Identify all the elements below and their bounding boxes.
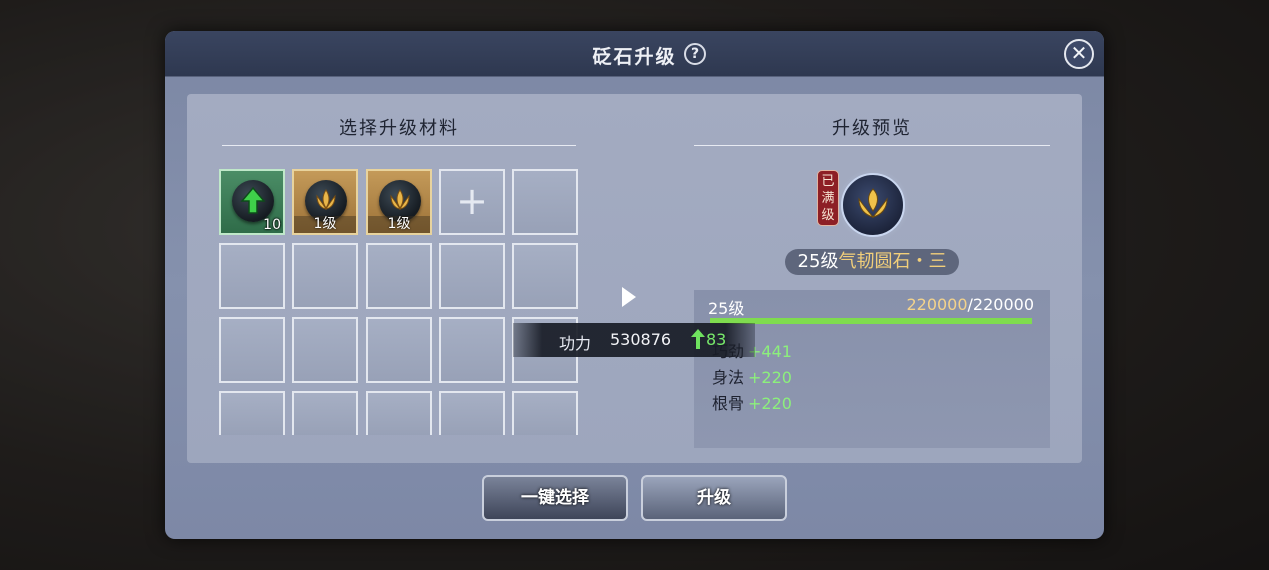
slot-count: 10 [263,217,281,233]
exp-current: 220000 [906,295,968,314]
material-slot-empty[interactable] [512,169,578,235]
material-slot-empty[interactable] [366,317,432,383]
help-icon[interactable]: ? [684,43,706,65]
arrow-right-icon [622,287,636,307]
dialog-title: 砭石升级 [592,46,677,68]
material-slot-empty[interactable] [366,391,432,435]
dialog-titlebar: 砭石升级 ? ✕ [165,31,1104,77]
power-delta: 83 [706,330,727,349]
material-slot-gem[interactable]: 1级 [292,169,358,235]
material-slot-empty[interactable] [219,391,285,435]
material-slot-empty[interactable] [512,243,578,309]
material-slot-empty[interactable] [292,317,358,383]
material-slot-exp-gem[interactable]: 10 [219,169,285,235]
slot-level: 1级 [294,216,356,233]
gem-name: 25级气韧圆石・三 [785,249,959,275]
upgrade-button[interactable]: 升级 [641,475,787,521]
power-value: 530876 [610,330,672,349]
material-slot-empty[interactable] [439,317,505,383]
materials-divider [222,145,576,146]
plus-icon: + [456,179,488,223]
preview-title: 升级预览 [832,118,912,139]
materials-title: 选择升级材料 [339,118,459,139]
power-label: 功力 [559,334,592,353]
gem-level: 25级 [797,251,839,272]
material-slot-empty[interactable] [439,391,505,435]
stat-name: 根骨 [712,394,745,413]
stat-name: 身法 [712,368,745,387]
material-slot-empty[interactable] [292,391,358,435]
material-slot-empty[interactable] [219,243,285,309]
material-slot-gem[interactable]: 1级 [366,169,432,235]
auto-select-button[interactable]: 一键选择 [482,475,628,521]
material-slot-empty[interactable] [292,243,358,309]
power-change-toast: 功力 530876 83 [513,323,755,357]
stat-row: 根骨 +220 [712,390,792,414]
exp-gem-icon [232,180,274,222]
exp-progress-fill [710,318,1032,324]
close-button[interactable]: ✕ [1064,39,1094,69]
stats-level: 25级 [708,299,745,318]
stat-value: +220 [748,368,792,387]
exp-text: 220000/220000 [906,295,1034,314]
material-slot-empty[interactable] [366,243,432,309]
material-slot-add[interactable]: + [439,169,505,235]
preview-divider [694,145,1050,146]
material-slot-empty[interactable] [512,391,578,435]
gem-name-text: 气韧圆石・三 [838,251,947,272]
exp-progress-bar [710,318,1032,324]
preview-gem-icon [841,173,905,237]
stat-row: 身法 +220 [712,364,792,388]
exp-total: /220000 [967,295,1034,314]
slot-level: 1级 [368,216,430,233]
stats-panel: 25级 220000/220000 巧劲+441 身法+220 根骨+220 [694,290,1050,448]
arrow-up-icon [691,329,705,349]
material-slot-empty[interactable] [439,243,505,309]
preview-gem [836,168,910,242]
material-slot-empty[interactable] [219,317,285,383]
stat-value: +220 [748,394,792,413]
